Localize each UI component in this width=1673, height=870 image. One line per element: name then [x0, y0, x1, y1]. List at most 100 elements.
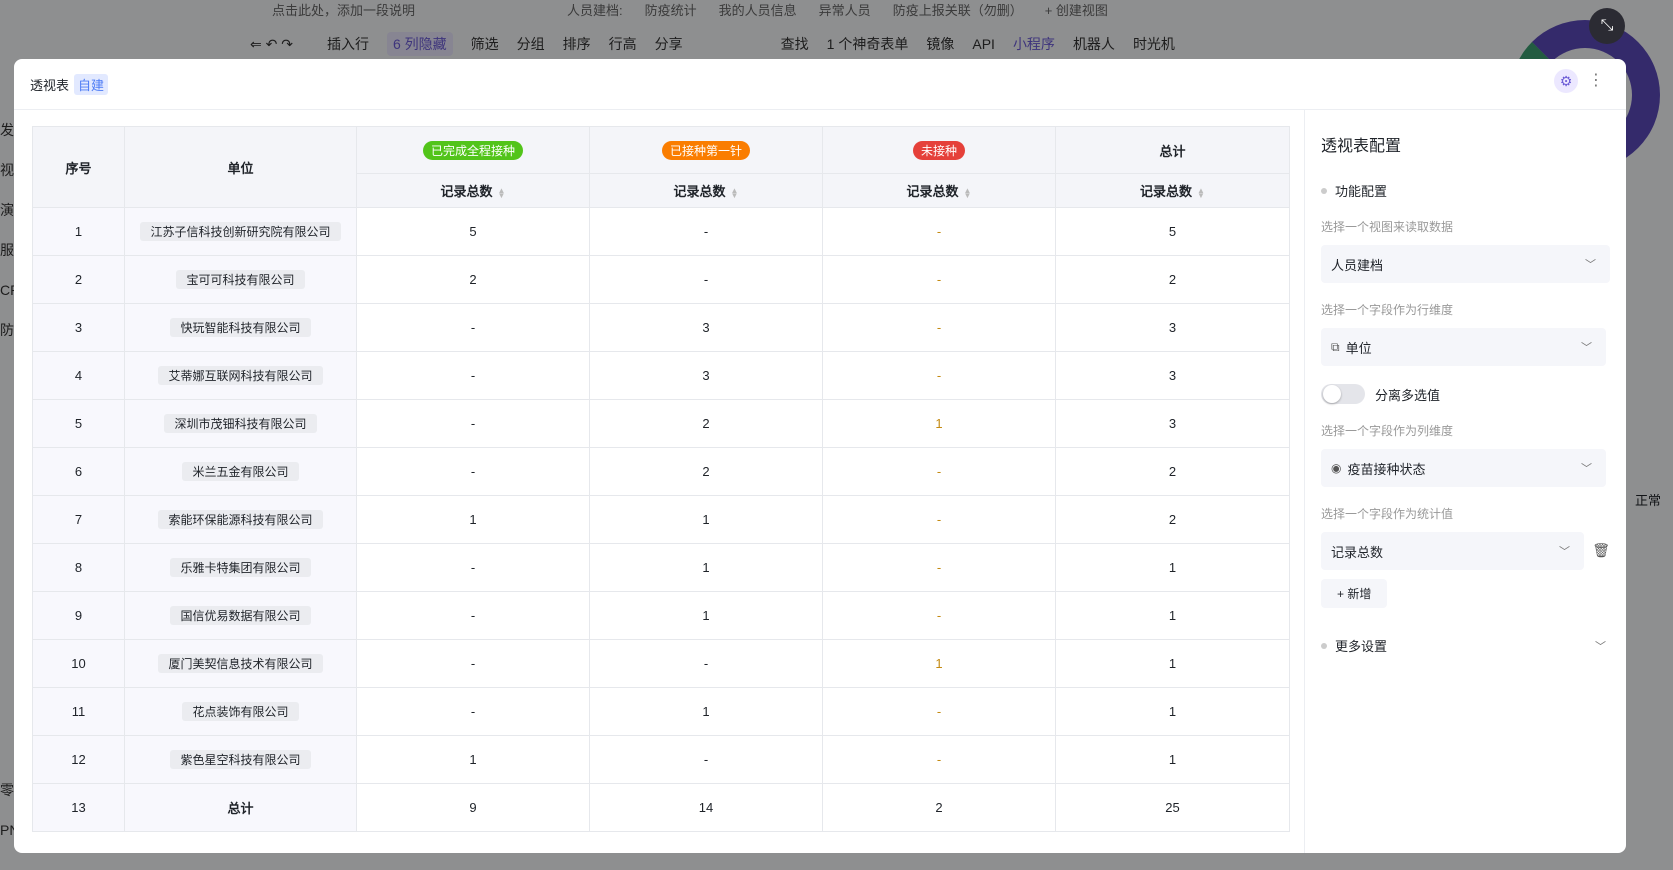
sort-icon[interactable]: ▲ ▼ — [964, 186, 972, 199]
value-cell: 1 — [356, 735, 590, 784]
value-cell: 3 — [589, 351, 823, 400]
value-cell: - — [589, 639, 823, 688]
unit-cell: 深圳市茂钿科技有限公司 — [124, 399, 357, 448]
bullet-icon — [1321, 642, 1327, 649]
value-cell: 2 — [1055, 495, 1290, 544]
section-function-config[interactable]: 功能配置 — [1321, 181, 1610, 200]
table-row: 7 索能环保能源科技有限公司 1 1-2 — [32, 495, 1290, 544]
sort-icon[interactable]: ▲ ▼ — [731, 186, 739, 199]
metric-header[interactable]: 记录总数 ▲ ▼ — [589, 173, 823, 208]
metric-header[interactable]: 记录总数 ▲ ▼ — [1055, 173, 1290, 208]
value-cell: 3 — [1055, 399, 1290, 448]
toggle-label: 分离多选值 — [1375, 387, 1441, 403]
value-cell: 3 — [1055, 351, 1290, 400]
table-row: 3 快玩智能科技有限公司 -3-3 — [32, 303, 1290, 352]
section-more-settings[interactable]: 更多设置 ﹀ — [1321, 636, 1610, 655]
value-cell: 2 — [1055, 255, 1290, 304]
unit-chip: 索能环保能源科技有限公司 — [158, 510, 323, 529]
value-cell: - — [822, 735, 1056, 784]
section-label: 更多设置 — [1335, 639, 1388, 654]
unit-chip: 深圳市茂钿科技有限公司 — [164, 414, 317, 433]
sort-icon[interactable]: ▲ ▼ — [1197, 186, 1205, 199]
value-cell: - — [822, 687, 1056, 736]
value-cell: - — [822, 303, 1056, 352]
row-index: 13 — [32, 783, 125, 832]
value-cell: - — [822, 447, 1056, 496]
pivot-table-container: 序号 单位 已完成全程接种 已接种第一针 未接种 总计 记录总数 ▲ ▼ 记录总数 ▲ ▼… — [32, 126, 1290, 832]
pivot-table-modal: 透视表 自建 ⚙ ⋮ 序号 单位 已完成全程接种 已接种第一针 未接种 总计 记… — [14, 59, 1626, 853]
unit-chip: 艾蒂娜互联网科技有限公司 — [158, 366, 323, 385]
more-options-button[interactable]: ⋮ — [1588, 69, 1604, 93]
value-cell: 3 — [1055, 303, 1290, 352]
value-cell: - — [822, 495, 1056, 544]
table-row: 12 紫色星空科技有限公司 1- -1 — [32, 735, 1290, 784]
value-cell: 25 — [1055, 783, 1290, 832]
unit-cell: 国信优易数据有限公司 — [124, 591, 357, 640]
split-multiselect-toggle[interactable] — [1321, 384, 1365, 404]
shrink-icon: ⤡ — [1600, 17, 1614, 34]
status-badge: 已接种第一针 — [661, 140, 750, 160]
settings-button[interactable]: ⚙ — [1554, 69, 1578, 93]
value-cell: - — [589, 207, 823, 256]
sort-icon[interactable]: ▲ ▼ — [498, 186, 506, 199]
metric-header[interactable]: 记录总数 ▲ ▼ — [356, 173, 590, 208]
value-cell: - — [822, 207, 1056, 256]
exit-fullscreen-button[interactable]: ⤡ — [1589, 8, 1625, 44]
row-index: 12 — [32, 735, 125, 784]
row-dimension-select[interactable]: ⧉ 单位 ﹀ — [1321, 328, 1606, 366]
value-cell: - — [356, 351, 590, 400]
value-cell: - — [356, 303, 590, 352]
value-cell: - — [822, 351, 1056, 400]
value-cell: 1 — [356, 495, 590, 544]
unit-chip: 快玩智能科技有限公司 — [170, 318, 311, 337]
unit-cell: 厦门美契信息技术有限公司 — [124, 639, 357, 688]
row-index: 5 — [32, 399, 125, 448]
value-cell: 2 — [1055, 447, 1290, 496]
unit-cell: 乐雅卡特集团有限公司 — [124, 543, 357, 592]
table-row: 2 宝可可科技有限公司 2- -2 — [32, 255, 1290, 304]
row-index: 2 — [32, 255, 125, 304]
metric-label: 记录总数 — [440, 184, 493, 199]
total-row: 13 总计 9 14 2 25 — [32, 783, 1290, 832]
unit-chip: 宝可可科技有限公司 — [176, 270, 305, 289]
unit-cell: 快玩智能科技有限公司 — [124, 303, 357, 352]
value-cell: 1 — [1055, 591, 1290, 640]
column-dimension-label: 选择一个字段作为列维度 — [1321, 424, 1454, 438]
status-badge: 已完成全程接种 — [422, 140, 523, 160]
add-statistic-button[interactable]: + 新增 — [1321, 579, 1388, 608]
source-tag: 自建 — [74, 73, 109, 95]
header-total: 总计 — [1055, 126, 1290, 174]
table-row: 11 花点装饰有限公司 -1-1 — [32, 687, 1290, 736]
column-dimension-select[interactable]: ◉ 疫苗接种状态 ﹀ — [1321, 449, 1606, 487]
value-cell: 1 — [1055, 639, 1290, 688]
value-cell: 1 — [589, 495, 823, 544]
value-cell: 3 — [589, 303, 823, 352]
metric-header[interactable]: 记录总数 ▲ ▼ — [822, 173, 1056, 208]
view-select[interactable]: 人员建档 ﹀ — [1321, 245, 1610, 283]
value-cell: 9 — [356, 783, 590, 832]
unit-cell: 宝可可科技有限公司 — [124, 255, 357, 304]
row-index: 6 — [32, 447, 125, 496]
unit-chip: 花点装饰有限公司 — [182, 702, 299, 721]
more-vertical-icon: ⋮ — [1588, 72, 1604, 89]
statistic-select[interactable]: 记录总数 ﹀ 🗑 — [1321, 532, 1610, 570]
table-row: 10 厦门美契信息技术有限公司 - -1 1 — [32, 639, 1290, 688]
single-select-field-icon: ◉ — [1331, 461, 1342, 475]
modal-title: 透视表 — [30, 77, 70, 93]
chevron-down-icon: ﹀ — [1559, 546, 1570, 558]
config-title: 透视表配置 — [1321, 138, 1402, 155]
trash-icon[interactable]: 🗑 — [1592, 542, 1610, 559]
table-row: 9 国信优易数据有限公司 -1-1 — [32, 591, 1290, 640]
value-cell: - — [356, 687, 590, 736]
value-cell: 2 — [822, 783, 1056, 832]
row-index: 4 — [32, 351, 125, 400]
value-cell: 1 — [1055, 543, 1290, 592]
chevron-down-icon: ﹀ — [1595, 640, 1606, 653]
statistic-value: 记录总数 — [1331, 544, 1384, 560]
value-cell: - — [356, 639, 590, 688]
unit-chip: 厦门美契信息技术有限公司 — [158, 654, 323, 673]
value-cell: 1 — [822, 399, 1056, 448]
split-multiselect-toggle-row: 分离多选值 — [1321, 384, 1610, 404]
value-cell: - — [356, 447, 590, 496]
unit-cell: 花点装饰有限公司 — [124, 687, 357, 736]
